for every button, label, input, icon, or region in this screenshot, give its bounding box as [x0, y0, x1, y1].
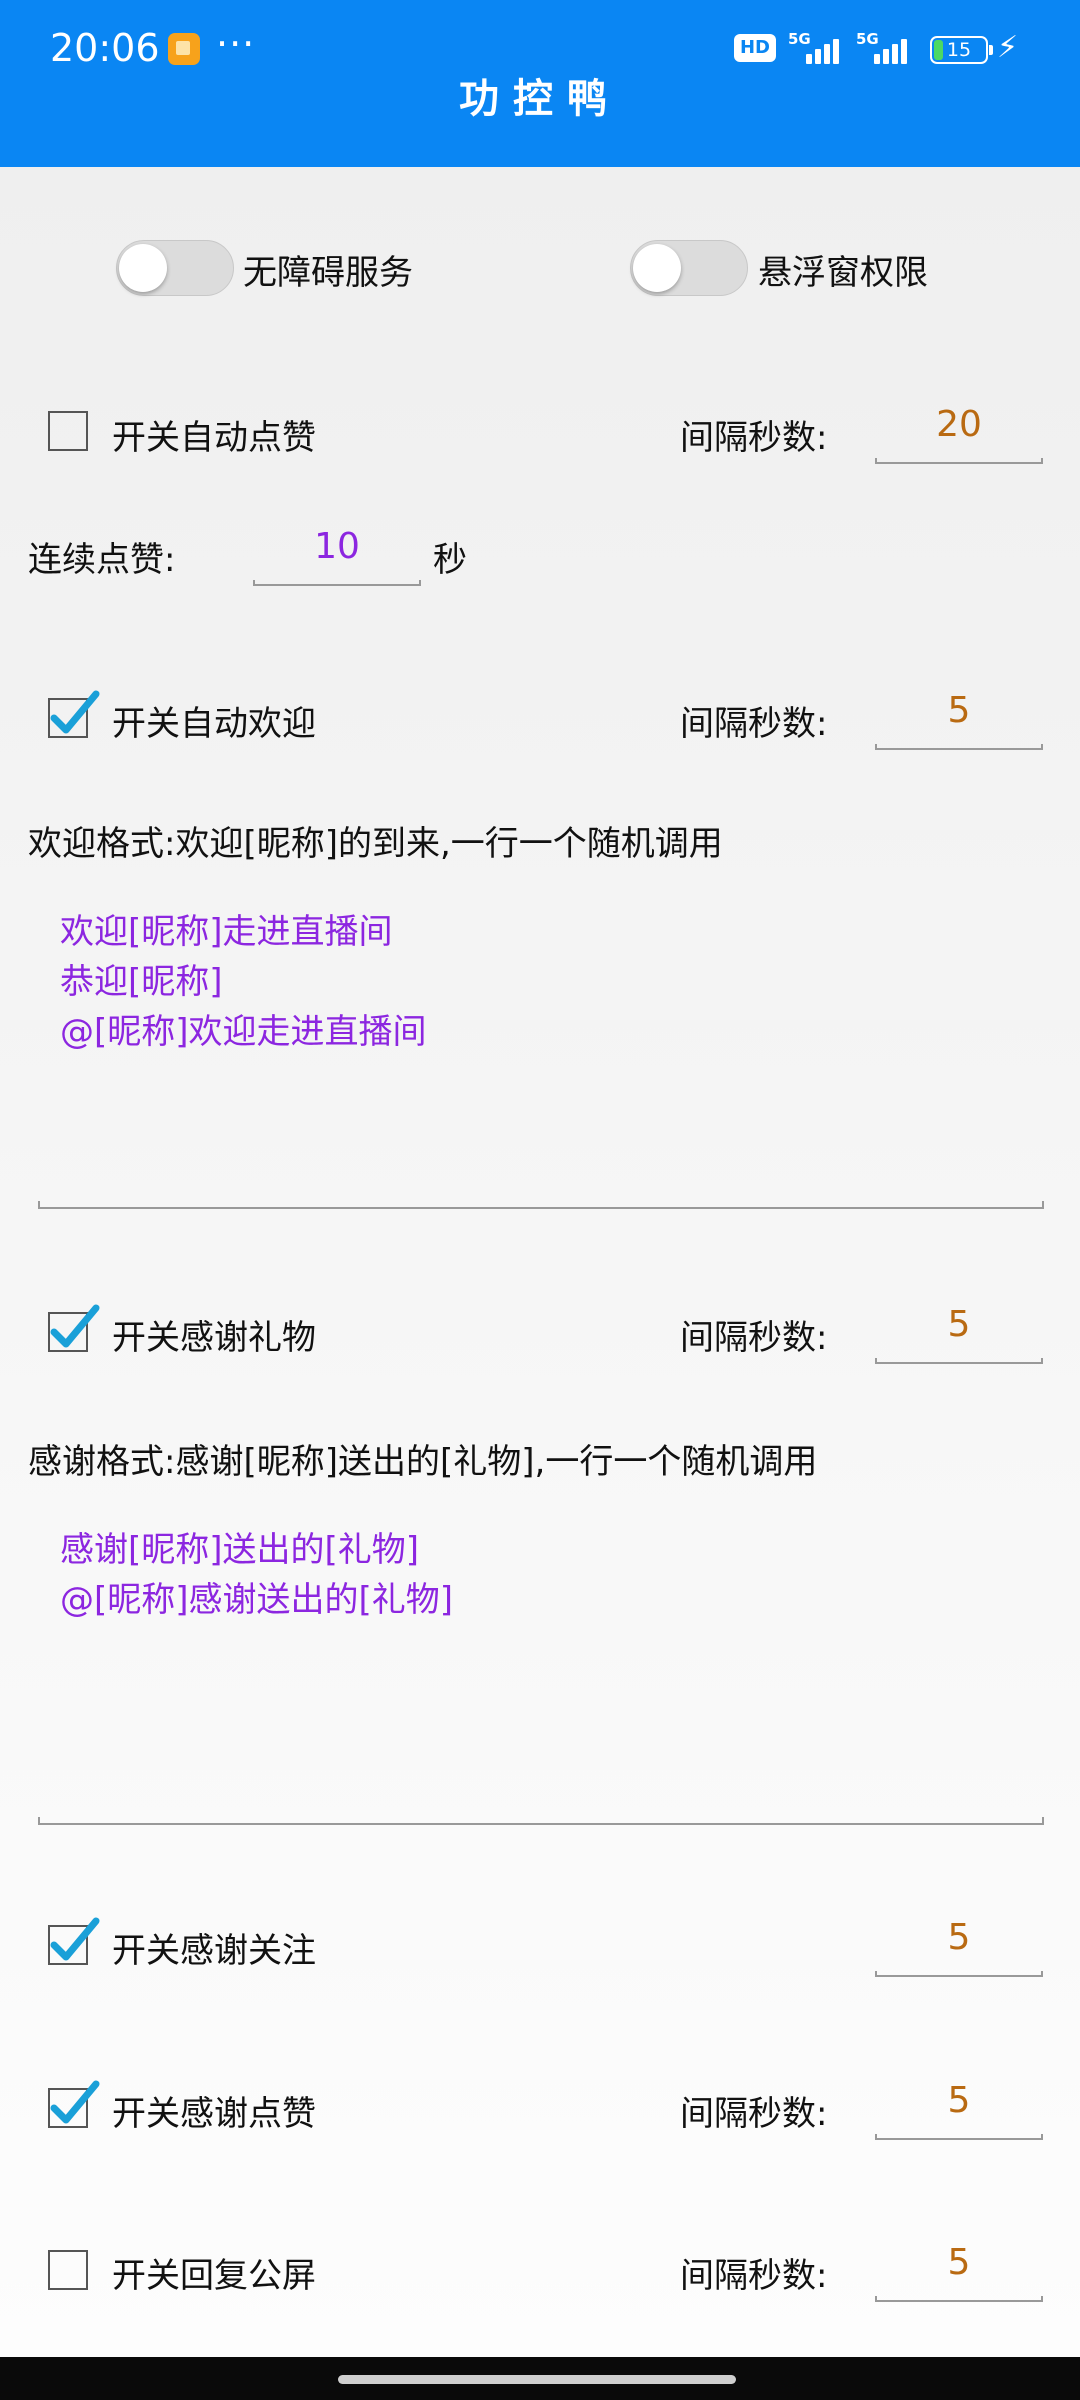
- auto-welcome-checkbox[interactable]: [48, 690, 100, 738]
- thank-follow-checkbox[interactable]: [48, 1917, 100, 1965]
- input-value: 20: [936, 404, 982, 445]
- input-value: 10: [314, 526, 360, 567]
- checkmark-icon: [50, 1917, 100, 1961]
- overlay-permission-label: 悬浮窗权限: [758, 253, 928, 293]
- interval-label: 间隔秒数:: [680, 1318, 828, 1358]
- signal-icon-sim2: 5G: [856, 30, 914, 64]
- input-value: 5: [947, 1304, 971, 1345]
- more-notifications-icon: ···: [216, 22, 256, 66]
- input-value: 5: [947, 690, 971, 731]
- thank-gift-checkbox[interactable]: [48, 1304, 100, 1352]
- continuous-like-label: 连续点赞:: [28, 540, 176, 580]
- auto-welcome-label: 开关自动欢迎: [112, 704, 316, 744]
- checkmark-icon: [50, 690, 100, 734]
- hd-voice-icon: HD: [734, 34, 776, 62]
- status-time: 20:06: [50, 26, 160, 70]
- accessibility-service-toggle[interactable]: [116, 240, 234, 296]
- accessibility-service-label: 无障碍服务: [243, 253, 413, 293]
- overlay-permission-toggle[interactable]: [630, 240, 748, 296]
- charging-icon: ⚡: [997, 30, 1019, 65]
- continuous-like-input[interactable]: 10: [253, 526, 421, 586]
- checkmark-icon: [50, 1304, 100, 1348]
- template-line: @[昵称]感谢送出的[礼物]: [60, 1580, 454, 1620]
- thank-gift-template-textarea[interactable]: 感谢[昵称]送出的[礼物] @[昵称]感谢送出的[礼物]: [38, 1525, 1044, 1825]
- input-value: 5: [947, 2080, 971, 2121]
- settings-panel: 无障碍服务 悬浮窗权限 开关自动点赞 间隔秒数: 20 连续点赞: 10 秒 开…: [0, 167, 1080, 2357]
- interval-label: 间隔秒数:: [680, 418, 828, 458]
- reply-screen-interval-input[interactable]: 5: [875, 2242, 1043, 2302]
- battery-icon: 15: [930, 36, 993, 64]
- auto-like-checkbox[interactable]: [48, 411, 88, 451]
- home-gesture-handle[interactable]: [338, 2375, 736, 2384]
- auto-like-label: 开关自动点赞: [112, 418, 316, 458]
- app-title: 功控鸭: [459, 76, 621, 122]
- checkmark-icon: [50, 2080, 100, 2124]
- thank-follow-interval-input[interactable]: 5: [875, 1917, 1043, 1977]
- template-line: 欢迎[昵称]走进直播间: [60, 912, 393, 952]
- interval-label: 间隔秒数:: [680, 2256, 828, 2296]
- input-value: 5: [947, 2242, 971, 2283]
- reply-screen-label: 开关回复公屏: [112, 2256, 316, 2296]
- auto-welcome-interval-input[interactable]: 5: [875, 690, 1043, 750]
- thank-like-interval-input[interactable]: 5: [875, 2080, 1043, 2140]
- template-line: 感谢[昵称]送出的[礼物]: [60, 1530, 420, 1570]
- thank-gift-label: 开关感谢礼物: [112, 1318, 316, 1358]
- welcome-template-textarea[interactable]: 欢迎[昵称]走进直播间 恭迎[昵称] @[昵称]欢迎走进直播间: [38, 907, 1044, 1209]
- toggle-knob: [119, 244, 167, 292]
- thank-follow-label: 开关感谢关注: [112, 1931, 316, 1971]
- auto-like-interval-input[interactable]: 20: [875, 404, 1043, 464]
- template-line: @[昵称]欢迎走进直播间: [60, 1012, 427, 1052]
- welcome-format-hint: 欢迎格式:欢迎[昵称]的到来,一行一个随机调用: [28, 824, 723, 864]
- thank-like-label: 开关感谢点赞: [112, 2094, 316, 2134]
- thank-gift-interval-input[interactable]: 5: [875, 1304, 1043, 1364]
- toggle-knob: [633, 244, 681, 292]
- signal-icon-sim1: 5G: [788, 30, 846, 64]
- notification-icon: [168, 33, 200, 65]
- thank-like-checkbox[interactable]: [48, 2080, 100, 2128]
- input-value: 5: [947, 1917, 971, 1958]
- thank-format-hint: 感谢格式:感谢[昵称]送出的[礼物],一行一个随机调用: [28, 1442, 818, 1482]
- app-header: 20:06 ··· HD 5G 5G 15 ⚡ 功控鸭: [0, 0, 1080, 167]
- interval-label: 间隔秒数:: [680, 2094, 828, 2134]
- seconds-unit-label: 秒: [433, 540, 467, 580]
- reply-screen-checkbox[interactable]: [48, 2250, 88, 2290]
- interval-label: 间隔秒数:: [680, 704, 828, 744]
- template-line: 恭迎[昵称]: [60, 962, 223, 1002]
